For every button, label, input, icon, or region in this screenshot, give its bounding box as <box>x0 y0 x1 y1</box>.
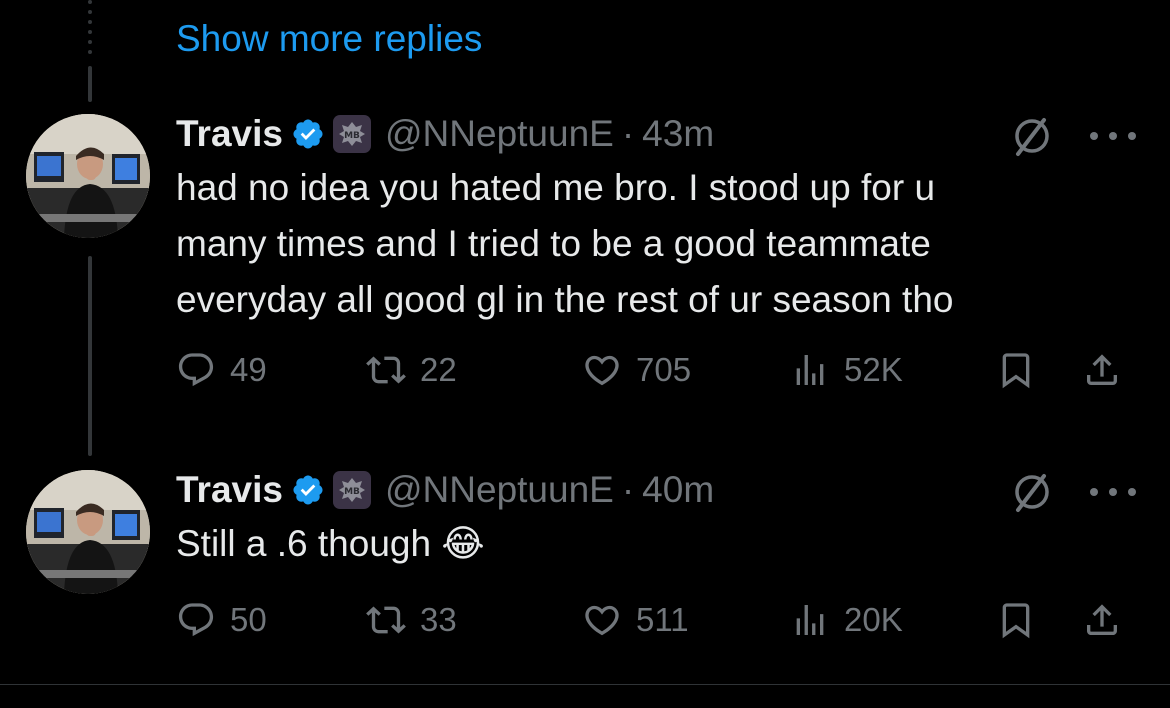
bookmark-icon <box>1002 603 1030 639</box>
more-icon[interactable] <box>1090 126 1136 146</box>
more-icon[interactable] <box>1090 482 1136 502</box>
timestamp[interactable]: 43m <box>642 113 714 155</box>
tweet-text-line: many times and I tried to be a good team… <box>176 223 931 264</box>
repost-icon <box>366 356 406 384</box>
repost-count: 22 <box>420 351 457 388</box>
affiliate-badge-icon[interactable]: MB <box>332 471 371 509</box>
repost-button[interactable]: 22 <box>366 348 457 392</box>
svg-text:MB: MB <box>344 131 360 141</box>
separator: · <box>621 113 635 154</box>
reply-button[interactable]: 49 <box>176 348 267 392</box>
reply-icon <box>178 603 214 637</box>
views-count: 20K <box>844 601 903 638</box>
tweet-actions: 49 22 705 52K <box>176 348 1136 392</box>
avatar[interactable] <box>26 470 150 594</box>
reply-button[interactable]: 50 <box>176 598 267 642</box>
affiliate-badge-icon[interactable]: MB <box>332 115 371 153</box>
show-more-replies-link[interactable]: Show more replies <box>176 18 482 60</box>
separator: · <box>621 469 635 510</box>
repost-button[interactable]: 33 <box>366 598 457 642</box>
like-button[interactable]: 705 <box>582 348 691 392</box>
share-button[interactable] <box>1082 598 1136 642</box>
like-count: 511 <box>636 601 689 638</box>
reply-icon <box>178 353 214 387</box>
thread-connector-dots <box>88 0 92 62</box>
like-icon <box>585 355 619 386</box>
reply-count: 50 <box>230 601 267 638</box>
like-button[interactable]: 511 <box>582 598 689 642</box>
handle[interactable]: @NNeptuunE <box>385 469 614 511</box>
tweet-text: Still a .6 though 😂 <box>176 516 1136 572</box>
handle[interactable]: @NNeptuunE <box>385 113 614 155</box>
views-icon <box>796 355 824 385</box>
thread-line <box>88 66 92 102</box>
bookmark-icon <box>1002 353 1030 389</box>
views-count: 52K <box>844 351 903 388</box>
tweet-text-line: everyday all good gl in the rest of ur s… <box>176 279 954 320</box>
timestamp[interactable]: 40m <box>642 469 714 511</box>
grok-icon[interactable] <box>1010 470 1054 514</box>
tweet-text-line: had no idea you hated me bro. I stood up… <box>176 167 936 208</box>
reply-count: 49 <box>230 351 267 388</box>
share-icon <box>1087 604 1117 635</box>
views-button[interactable]: 52K <box>790 348 903 392</box>
repost-count: 33 <box>420 601 457 638</box>
share-icon <box>1087 354 1117 385</box>
repost-icon <box>366 606 406 634</box>
display-name[interactable]: Travis <box>176 113 283 155</box>
tweet-actions: 50 33 511 20K <box>176 598 1136 642</box>
grok-icon[interactable] <box>1010 114 1054 158</box>
tweet-text-line: Still a .6 though 😂 <box>176 523 485 564</box>
svg-text:MB: MB <box>344 487 360 497</box>
tweet-header: Travis MB @NNeptuunE · 40m <box>176 468 714 512</box>
verified-badge-icon[interactable] <box>291 117 325 151</box>
like-count: 705 <box>636 351 692 388</box>
verified-badge-icon[interactable] <box>291 473 325 507</box>
like-icon <box>585 605 619 636</box>
thread-line <box>88 256 92 456</box>
views-button[interactable]: 20K <box>790 598 903 642</box>
bookmark-button[interactable] <box>996 598 1050 642</box>
divider <box>0 684 1170 685</box>
share-button[interactable] <box>1082 348 1136 392</box>
bookmark-button[interactable] <box>996 348 1050 392</box>
avatar[interactable] <box>26 114 150 238</box>
display-name[interactable]: Travis <box>176 469 283 511</box>
tweet-text: had no idea you hated me bro. I stood up… <box>176 160 1136 328</box>
tweet-header: Travis MB @NNeptuunE · 43m <box>176 112 714 156</box>
views-icon <box>796 605 824 635</box>
